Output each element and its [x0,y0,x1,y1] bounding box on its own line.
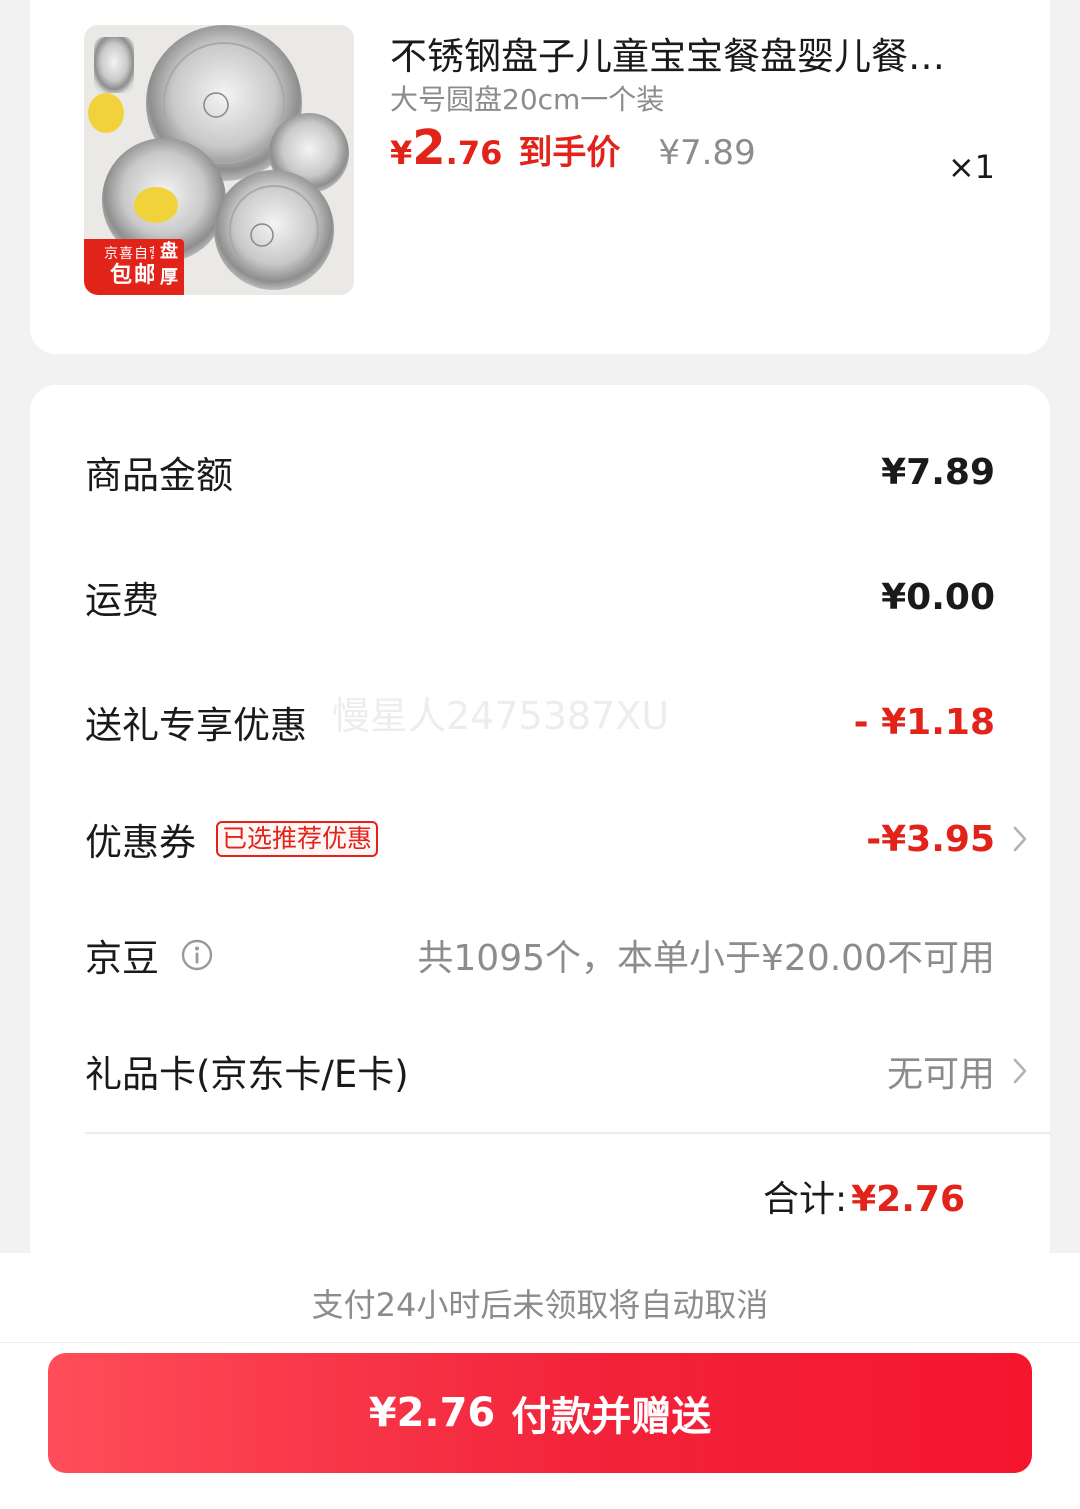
jd-beans-label: 京豆 [85,937,159,980]
coupon-value: -¥3.95 [866,818,995,860]
price-integer: 2 [412,120,446,176]
goods-amount-value: ¥7.89 [881,451,995,493]
pay-label: 付款并赠送 [511,1394,712,1440]
total-label: 合计: [762,1179,848,1220]
shipping-value: ¥0.00 [881,576,995,618]
chevron-right-icon[interactable] [1005,1056,1035,1086]
product-image[interactable]: 京喜自营 包邮 盘 厚 [84,25,354,295]
order-total: 合计: ¥2.76 [763,1170,965,1222]
jd-beans-value: 共1095个，本单小于¥20.00不可用 [417,938,995,979]
image-side-tag: 盘 厚 [154,239,184,291]
divider [85,1132,1050,1134]
image-tag-1: 盘 [160,241,178,262]
price-decimal: .76 [445,134,503,172]
product-card[interactable]: 京喜自营 包邮 盘 厚 不锈钢盘子儿童宝宝餐盘婴儿餐… 大号圆盘20cm一个装 … [30,0,1050,354]
pay-and-gift-button[interactable]: ¥2.76 付款并赠送 [48,1353,1032,1473]
product-title[interactable]: 不锈钢盘子儿童宝宝餐盘婴儿餐… [390,32,990,82]
gift-discount-label: 送礼专享优惠 [85,704,307,747]
bottom-pay-bar: 支付24小时后未领取将自动取消 ¥2.76 付款并赠送 [0,1253,1080,1509]
shipping-label: 运费 [85,579,159,622]
gift-card-label: 礼品卡(京东卡/E卡) [85,1053,409,1096]
product-price-row: ¥ 2 .76 到手价 ¥7.89 [390,120,756,184]
price-label: 到手价 [518,133,621,173]
row-gift-card[interactable]: 礼品卡(京东卡/E卡) 无可用 [85,1041,1027,1101]
gift-card-value: 无可用 [886,1054,995,1095]
row-jd-beans: 京豆 共1095个，本单小于¥20.00不可用 [85,925,995,985]
row-gift-discount: 送礼专享优惠 - ¥1.18 [85,692,995,752]
product-spec: 大号圆盘20cm一个装 [390,83,665,116]
image-tag-2: 厚 [160,267,178,288]
auto-cancel-notice: 支付24小时后未领取将自动取消 [0,1253,1080,1343]
info-icon[interactable] [181,939,213,971]
coupon-label: 优惠券 [85,821,196,864]
total-value: ¥2.76 [851,1179,965,1220]
row-coupon[interactable]: 优惠券 已选推荐优惠 -¥3.95 [85,809,1027,869]
order-summary-card: 商品金额 ¥7.89 运费 ¥0.00 送礼专享优惠 - ¥1.18 优惠券 已… [30,385,1050,1285]
row-goods-amount: 商品金额 ¥7.89 [85,442,995,502]
price-currency: ¥ [390,134,413,172]
chevron-right-icon[interactable] [1005,824,1035,854]
original-price: ¥7.89 [658,133,756,173]
pay-amount: ¥2.76 [368,1390,496,1436]
coupon-recommended-tag: 已选推荐优惠 [216,821,379,857]
quantity: ×1 [947,148,995,186]
goods-amount-label: 商品金额 [85,454,233,497]
gift-discount-value: - ¥1.18 [853,701,995,743]
row-shipping: 运费 ¥0.00 [85,567,995,627]
